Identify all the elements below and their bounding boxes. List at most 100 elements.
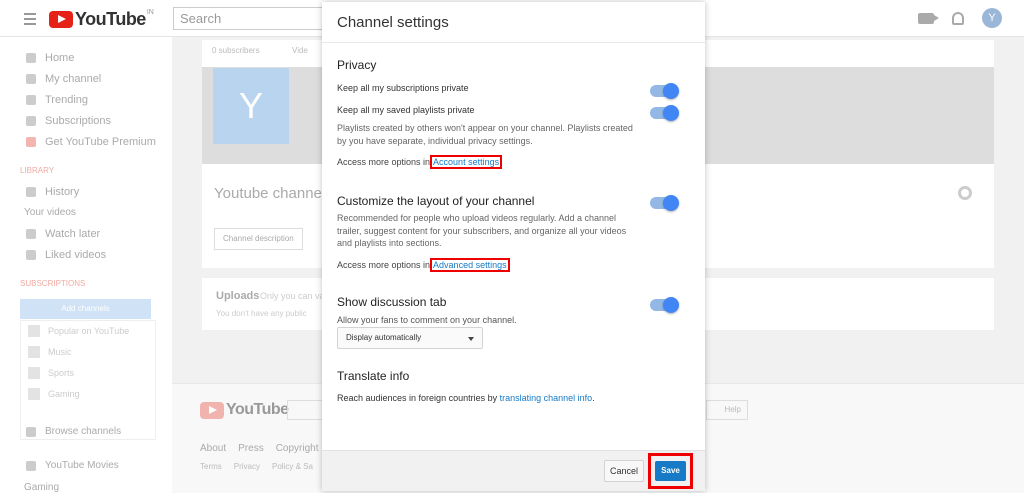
sidebar-item-label: Watch later (45, 228, 101, 240)
thumbs-up-icon (26, 250, 36, 260)
channel-description-button[interactable]: Channel description (214, 228, 303, 250)
logo-text: YouTube (75, 9, 146, 29)
channel-thumbnail (28, 367, 40, 379)
uploads-subtitle: Only you can va (260, 291, 325, 301)
layout-description: Recommended for people who upload videos… (337, 213, 627, 248)
person-icon (26, 74, 36, 84)
subscription-label: Sports (48, 368, 75, 378)
advanced-settings-link[interactable]: Advanced settings (430, 258, 510, 272)
sidebar-item-gaming[interactable]: Gaming (24, 482, 59, 493)
dialog-footer: Cancel Save (322, 450, 705, 491)
sidebar-item-trending[interactable]: Trending (26, 94, 88, 106)
account-settings-row: Access more options in Account settings (337, 155, 503, 169)
discussion-heading: Show discussion tab (337, 295, 447, 309)
subscriptions-heading: SUBSCRIPTIONS (20, 279, 86, 288)
sidebar-item-label: Home (45, 52, 75, 64)
sidebar-item-browse-channels[interactable]: Browse channels (26, 426, 121, 437)
notifications-bell-icon[interactable] (952, 11, 964, 25)
uploads-title: Uploads (216, 290, 260, 302)
sidebar-item-subscriptions[interactable]: Subscriptions (26, 115, 111, 127)
sidebar-item-home[interactable]: Home (26, 52, 74, 64)
clock-icon (26, 229, 36, 239)
hourglass-icon (26, 187, 36, 197)
playlists-private-label: Keep all my saved playlists private (337, 105, 475, 115)
home-icon (26, 53, 36, 63)
dialog-title: Channel settings (337, 14, 449, 31)
menu-icon[interactable] (24, 13, 36, 28)
translate-channel-link[interactable]: translating channel info (500, 393, 593, 403)
sidebar-item-label: Subscriptions (45, 115, 112, 127)
footer-link[interactable]: Policy & Sa (272, 462, 313, 471)
chevron-down-icon (468, 337, 474, 341)
toggle-knob (663, 105, 679, 121)
account-settings-link[interactable]: Account settings (430, 155, 503, 169)
translate-heading: Translate info (337, 369, 410, 383)
sidebar-item-label: YouTube Movies (45, 460, 119, 471)
search-input[interactable]: Search (173, 7, 323, 30)
logo-region: IN (146, 9, 154, 16)
footer-links: About Press Copyright (200, 443, 319, 454)
youtube-play-icon (200, 401, 224, 419)
subscription-item[interactable]: Popular on YouTube (28, 325, 129, 337)
subscriptions-private-label: Keep all my subscriptions private (337, 83, 469, 93)
subscriptions-private-toggle[interactable] (650, 83, 679, 99)
videos-tab[interactable]: Vide (292, 46, 308, 55)
save-button[interactable]: Save (655, 461, 686, 481)
channel-thumbnail (28, 346, 40, 358)
footer-link[interactable]: Terms (200, 462, 222, 471)
help-button[interactable]: Help (706, 400, 748, 420)
footer-link[interactable]: Copyright (276, 443, 319, 454)
sidebar-item-liked-videos[interactable]: Liked videos (26, 249, 106, 261)
subscriptions-icon (26, 116, 36, 126)
channel-thumbnail (28, 388, 40, 400)
footer-link[interactable]: About (200, 443, 226, 454)
subscription-item[interactable]: Sports (28, 367, 74, 379)
divider (322, 42, 705, 43)
sidebar-item-history[interactable]: History (26, 186, 79, 198)
more-options-text: Access more options in (337, 157, 431, 167)
discussion-tab-toggle[interactable] (650, 297, 679, 313)
toggle-knob (663, 83, 679, 99)
upload-video-icon[interactable] (918, 12, 939, 24)
discussion-display-select[interactable]: Display automatically (337, 327, 483, 349)
sidebar-item-watch-later[interactable]: Watch later (26, 228, 100, 240)
sidebar-item-label: My channel (45, 73, 102, 85)
toggle-knob (663, 297, 679, 313)
youtube-icon (26, 137, 36, 147)
translate-row: Reach audiences in foreign countries by … (337, 393, 595, 403)
sidebar-item-my-channel[interactable]: My channel (26, 73, 101, 85)
add-channels-button[interactable]: Add channels (20, 299, 151, 319)
sidebar-item-premium[interactable]: Get YouTube Premium (26, 136, 156, 148)
gear-icon[interactable] (958, 186, 972, 200)
save-highlight: Save (648, 453, 693, 489)
subscription-item[interactable]: Music (28, 346, 72, 358)
discussion-description: Allow your fans to comment on your chann… (337, 315, 517, 325)
customize-layout-toggle[interactable] (650, 195, 679, 211)
sidebar-item-your-videos[interactable]: Your videos (24, 207, 76, 218)
avatar[interactable]: Y (982, 8, 1002, 28)
playlists-private-toggle[interactable] (650, 105, 679, 121)
flame-icon (26, 95, 36, 105)
footer-link[interactable]: Press (238, 443, 264, 454)
channel-thumbnail (28, 325, 40, 337)
channel-name: Youtube channe (214, 185, 322, 202)
top-icons: Y (918, 8, 1002, 28)
subscription-label: Music (48, 347, 72, 357)
footer-logo[interactable]: YouTube (200, 401, 289, 419)
plus-circle-icon (26, 426, 36, 437)
footer-link[interactable]: Privacy (234, 462, 260, 471)
layout-heading: Customize the layout of your channel (337, 194, 535, 208)
youtube-logo[interactable]: YouTube IN (49, 9, 154, 30)
advanced-settings-row: Access more options in Advanced settings (337, 258, 510, 272)
language-button[interactable] (287, 400, 323, 420)
film-icon (26, 460, 36, 471)
subscription-item[interactable]: Gaming (28, 388, 80, 400)
sidebar-item-youtube-movies[interactable]: YouTube Movies (26, 460, 119, 471)
sidebar-item-label: History (45, 186, 80, 198)
channel-avatar: Y (213, 68, 289, 144)
youtube-play-icon (49, 11, 73, 28)
select-value: Display automatically (346, 333, 422, 342)
sidebar-item-label: Get YouTube Premium (45, 136, 156, 148)
cancel-button[interactable]: Cancel (604, 460, 644, 482)
channel-settings-dialog: Channel settings Privacy Keep all my sub… (322, 2, 705, 491)
